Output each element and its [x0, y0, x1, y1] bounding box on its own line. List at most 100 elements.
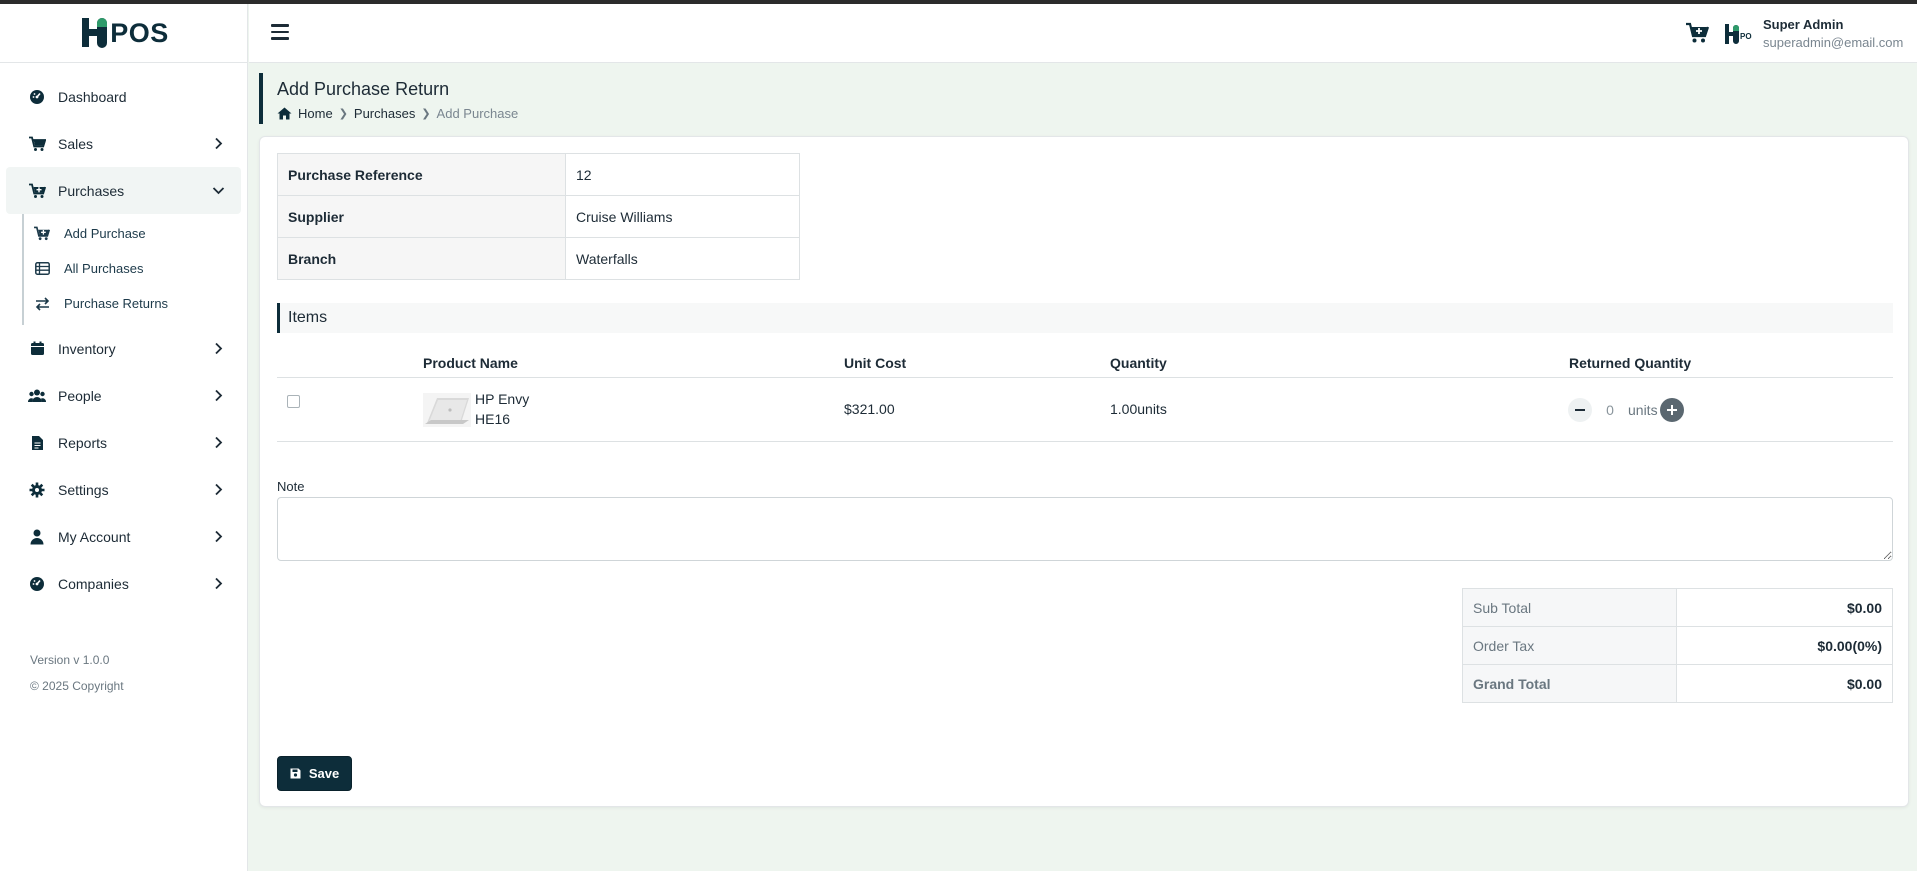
brand-logo[interactable]: POS	[0, 4, 247, 63]
chevron-right-icon	[211, 530, 225, 544]
menu-toggle-icon[interactable]	[271, 24, 289, 40]
page-heading: Add Purchase Return Home ❯ Purchases ❯ A…	[259, 73, 859, 124]
breadcrumb-home[interactable]: Home	[298, 106, 333, 121]
chevron-right-icon	[211, 389, 225, 403]
cart-icon	[28, 135, 46, 153]
sidebar-item-label: My Account	[58, 528, 131, 545]
exchange-icon	[34, 296, 50, 312]
sidebar-item-my-account[interactable]: My Account	[0, 513, 247, 560]
info-row: Branch Waterfalls	[277, 237, 800, 280]
info-value: Waterfalls	[565, 237, 800, 280]
chevron-right-icon	[211, 342, 225, 356]
sidebar-item-label: Dashboard	[58, 88, 127, 105]
unit-cost: $321.00	[844, 401, 895, 417]
breadcrumb-purchases[interactable]: Purchases	[354, 106, 415, 121]
sidebar-item-companies[interactable]: Companies	[0, 560, 247, 607]
totals-label: Sub Total	[1462, 588, 1677, 627]
cart-plus-icon[interactable]	[1685, 21, 1709, 45]
sidebar-subitem-purchase-returns[interactable]: Purchase Returns	[24, 286, 247, 321]
sidebar-subitem-add-purchase[interactable]: Add Purchase	[24, 216, 247, 251]
product-name: HP Envy	[475, 391, 530, 407]
sidebar-subitem-all-purchases[interactable]: All Purchases	[24, 251, 247, 286]
product-thumbnail	[423, 393, 471, 427]
sidebar-item-label: Sales	[58, 135, 94, 152]
cart-plus-icon	[34, 226, 50, 242]
column-header: Product Name	[423, 355, 518, 371]
decrement-button[interactable]	[1568, 398, 1592, 422]
purchases-submenu: Add Purchase All Purchases Purchase Retu…	[22, 214, 247, 325]
chevron-right-icon	[211, 137, 225, 151]
totals-label: Grand Total	[1462, 664, 1677, 703]
totals-row: Order Tax $0.00(0%)	[1462, 626, 1893, 665]
returned-quantity-input[interactable]	[1592, 402, 1628, 418]
totals-row: Sub Total $0.00	[1462, 588, 1893, 627]
floppy-disk-icon	[290, 768, 301, 779]
info-row: Purchase Reference 12	[277, 153, 800, 196]
sidebar: POS Dashboard Sales Purchases Add Purcha…	[0, 4, 248, 871]
top-header: POS Super Admin superadmin@email.com	[249, 4, 1917, 63]
sidebar-item-reports[interactable]: Reports	[0, 419, 247, 466]
svg-text:POS: POS	[1740, 32, 1752, 41]
copyright-text: © 2025 Copyright	[30, 679, 124, 693]
sidebar-nav: Dashboard Sales Purchases Add Purchase A…	[0, 63, 247, 607]
info-label: Supplier	[277, 195, 566, 238]
gauge-icon	[28, 575, 46, 593]
breadcrumb-separator-icon: ❯	[338, 108, 348, 120]
sidebar-item-purchases[interactable]: Purchases	[6, 167, 241, 214]
column-header: Unit Cost	[844, 355, 907, 371]
increment-button[interactable]	[1659, 398, 1684, 422]
user-name: Super Admin	[1763, 17, 1844, 32]
sidebar-footer: Version v 1.0.0 © 2025 Copyright	[0, 607, 247, 699]
table-row: HP Envy HE16 $321.00 1.00units units	[277, 379, 1893, 442]
sidebar-item-label: Settings	[58, 481, 109, 498]
quantity: 1.00units	[1110, 401, 1167, 417]
chevron-down-icon	[211, 184, 225, 198]
totals-value: $0.00	[1676, 588, 1893, 627]
sidebar-subitem-label: Purchase Returns	[64, 296, 169, 311]
cart-plus-icon	[28, 182, 46, 200]
list-icon	[34, 261, 50, 277]
sidebar-item-people[interactable]: People	[0, 372, 247, 419]
avatar-logo-icon: POS	[1725, 24, 1752, 44]
brand-name: POS	[110, 17, 169, 48]
breadcrumb-current: Add Purchase	[436, 106, 519, 121]
row-checkbox[interactable]	[287, 395, 300, 408]
sidebar-item-sales[interactable]: Sales	[0, 120, 247, 167]
info-value: Cruise Williams	[565, 195, 800, 238]
gauge-icon	[28, 88, 46, 106]
gear-icon	[28, 481, 46, 499]
info-row: Supplier Cruise Williams	[277, 195, 800, 238]
info-value: 12	[565, 153, 800, 196]
sidebar-item-label: People	[58, 387, 102, 404]
note-textarea[interactable]	[277, 497, 1893, 561]
sidebar-item-settings[interactable]: Settings	[0, 466, 247, 513]
totals-row: Grand Total $0.00	[1462, 664, 1893, 703]
user-icon	[28, 528, 46, 546]
note-label: Note	[277, 479, 305, 494]
logo-icon	[82, 18, 108, 48]
avatar[interactable]: POS	[1724, 21, 1752, 47]
product-code: HE16	[475, 411, 511, 427]
column-header: Quantity	[1110, 355, 1167, 371]
sidebar-item-label: Companies	[58, 575, 129, 592]
version-text: Version v 1.0.0	[30, 653, 110, 667]
totals-table: Sub Total $0.00 Order Tax $0.00(0%) Gran…	[1462, 588, 1893, 703]
chevron-right-icon	[211, 436, 225, 450]
product-name-cell: HP Envy HE16	[475, 389, 529, 429]
sidebar-item-dashboard[interactable]: Dashboard	[0, 73, 247, 120]
sidebar-item-label: Inventory	[58, 340, 116, 357]
save-button[interactable]: Save	[277, 756, 352, 791]
purchase-info-table: Purchase Reference 12 Supplier Cruise Wi…	[277, 153, 800, 280]
file-icon	[28, 434, 46, 452]
info-label: Purchase Reference	[277, 153, 566, 196]
breadcrumb: Home ❯ Purchases ❯ Add Purchase	[277, 106, 859, 121]
info-label: Branch	[277, 237, 566, 280]
sidebar-item-inventory[interactable]: Inventory	[0, 325, 247, 372]
breadcrumb-separator-icon: ❯	[421, 108, 431, 120]
inventory-icon	[28, 340, 46, 358]
column-header: Returned Quantity	[1569, 355, 1692, 371]
totals-value: $0.00	[1676, 664, 1893, 703]
sidebar-subitem-label: Add Purchase	[64, 226, 146, 241]
chevron-right-icon	[211, 577, 225, 591]
save-label: Save	[308, 766, 340, 781]
